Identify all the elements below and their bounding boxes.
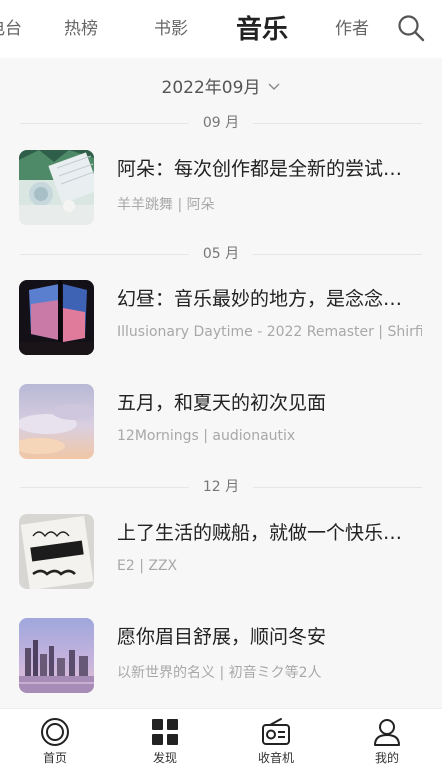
article-list: 2022年09月 09 月 阿朵：每次创作都是全新的尝试… 羊羊跳舞 | 阿朵 [0,58,442,708]
cover-image [19,150,94,225]
nav-radio[interactable]: 收音机 [221,709,331,769]
item-title: 五月，和夏天的初次见面 [117,392,327,414]
nav-discover[interactable]: 发现 [110,709,220,769]
month-divider: 09 月 [20,114,422,132]
month-label: 2022年09月 [161,78,261,98]
radio-icon [262,718,290,745]
cover-image [19,384,94,459]
cover-image [19,514,94,589]
item-subtitle: 12Mornings | audionautix [117,428,296,444]
tab-music[interactable]: 音乐 [236,9,288,46]
item-subtitle: 以新世界的名义 | 初音ミク等2人 [117,665,322,681]
cover-image [19,280,94,355]
profile-icon [374,719,400,746]
item-title: 幻昼：音乐最妙的地方，是念念… [117,288,403,310]
item-subtitle: E2 | ZZX [117,558,178,574]
item-title: 上了生活的贼船，就做一个快乐… [117,522,403,544]
month-divider-label: 05 月 [188,245,254,263]
month-divider: 05 月 [20,245,422,263]
tab-hot-list[interactable]: 热榜 [64,14,98,39]
bottom-navigation: 首页 发现 收音机 我的 [0,708,442,769]
nav-radio-label: 收音机 [257,751,294,765]
chevron-down-icon [268,76,280,96]
tab-radio[interactable]: 电台 [0,14,22,39]
nav-home-label: 首页 [42,751,67,765]
list-item[interactable]: 愿你眉目舒展，顺问冬安 以新世界的名义 | 初音ミク等2人 [0,618,442,694]
list-item[interactable]: 五月，和夏天的初次见面 12Mornings | audionautix [0,384,442,460]
list-item[interactable]: 阿朵：每次创作都是全新的尝试… 羊羊跳舞 | 阿朵 [0,150,442,226]
nav-profile-label: 我的 [374,751,399,765]
tab-books-films[interactable]: 书影 [154,14,188,39]
search-icon [398,15,425,42]
month-divider-label: 12 月 [188,478,254,496]
item-title: 阿朵：每次创作都是全新的尝试… [117,158,403,180]
month-divider: 12 月 [20,478,422,496]
home-icon [41,718,69,746]
top-tab-bar: 电台 热榜 书影 音乐 作者 [0,0,442,58]
item-subtitle: 羊羊跳舞 | 阿朵 [117,197,215,213]
search-button[interactable] [396,13,426,43]
cover-image [19,618,94,693]
month-divider-label: 09 月 [188,114,254,132]
list-item[interactable]: 幻昼：音乐最妙的地方，是念念… Illusionary Daytime - 20… [0,280,442,356]
nav-home[interactable]: 首页 [0,709,110,769]
month-selector[interactable]: 2022年09月 [0,73,442,98]
discover-grid-icon [152,719,178,745]
nav-discover-label: 发现 [152,751,177,765]
item-subtitle: Illusionary Daytime - 2022 Remaster | Sh… [117,324,422,340]
tab-authors[interactable]: 作者 [335,14,369,39]
item-title: 愿你眉目舒展，顺问冬安 [117,626,327,648]
list-item[interactable]: 上了生活的贼船，就做一个快乐… E2 | ZZX [0,514,442,590]
nav-profile[interactable]: 我的 [332,709,442,769]
